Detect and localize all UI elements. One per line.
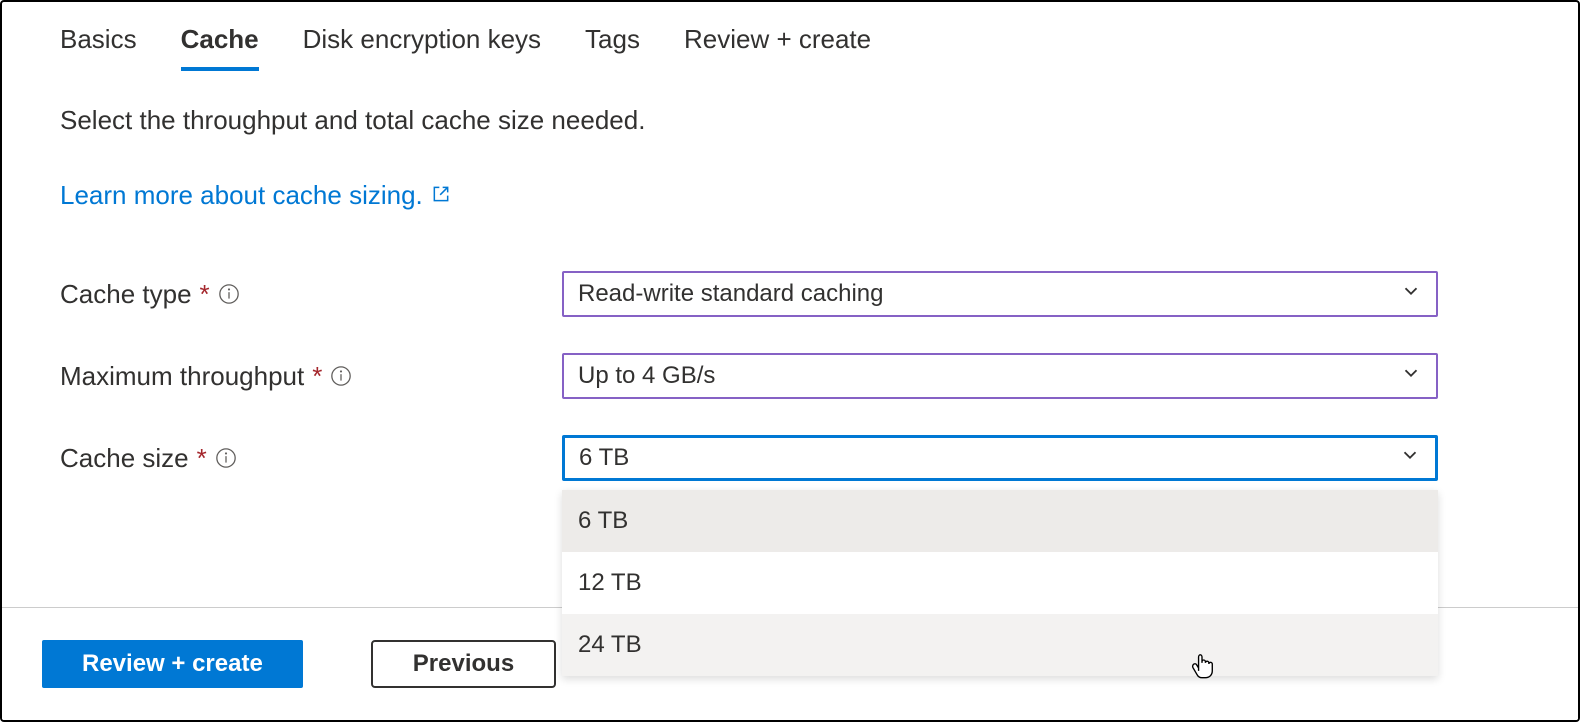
cache-size-dropdown: 6 TB 12 TB 24 TB [562,490,1438,676]
cache-type-label: Cache type * [60,279,562,310]
cache-type-select[interactable]: Read-write standard caching [562,271,1438,317]
cursor-pointer-icon [1188,648,1216,685]
chevron-down-icon [1399,444,1421,473]
cache-size-select[interactable]: 6 TB [562,435,1438,481]
previous-button[interactable]: Previous [371,640,556,688]
max-throughput-row: Maximum throughput * Up to 4 GB/s [60,353,1520,399]
learn-more-link[interactable]: Learn more about cache sizing. [60,180,451,211]
tab-cache[interactable]: Cache [181,24,259,69]
cache-size-row: Cache size * 6 TB [60,435,1520,481]
cache-size-label-text: Cache size [60,443,189,474]
cache-type-row: Cache type * Read-write standard caching [60,271,1520,317]
chevron-down-icon [1400,280,1422,309]
description-text: Select the throughput and total cache si… [60,105,1520,136]
chevron-down-icon [1400,362,1422,391]
cache-size-option[interactable]: 24 TB [562,614,1438,676]
review-create-button[interactable]: Review + create [42,640,303,688]
max-throughput-select[interactable]: Up to 4 GB/s [562,353,1438,399]
info-icon[interactable] [215,447,237,469]
required-asterisk: * [197,443,207,474]
cache-size-option[interactable]: 12 TB [562,552,1438,614]
tab-review-create[interactable]: Review + create [684,24,871,69]
info-icon[interactable] [330,365,352,387]
max-throughput-value: Up to 4 GB/s [578,362,715,390]
tab-disk-encryption[interactable]: Disk encryption keys [303,24,541,69]
external-link-icon [431,180,451,211]
cache-size-label: Cache size * [60,443,562,474]
cache-type-value: Read-write standard caching [578,280,884,308]
cache-type-label-text: Cache type [60,279,192,310]
required-asterisk: * [200,279,210,310]
learn-more-text: Learn more about cache sizing. [60,180,423,211]
max-throughput-label: Maximum throughput * [60,361,562,392]
cache-size-value: 6 TB [579,444,629,472]
tab-bar: Basics Cache Disk encryption keys Tags R… [2,2,1578,69]
max-throughput-label-text: Maximum throughput [60,361,304,392]
tab-tags[interactable]: Tags [585,24,640,69]
required-asterisk: * [312,361,322,392]
tab-basics[interactable]: Basics [60,24,137,69]
info-icon[interactable] [218,283,240,305]
cache-size-option[interactable]: 6 TB [562,490,1438,552]
